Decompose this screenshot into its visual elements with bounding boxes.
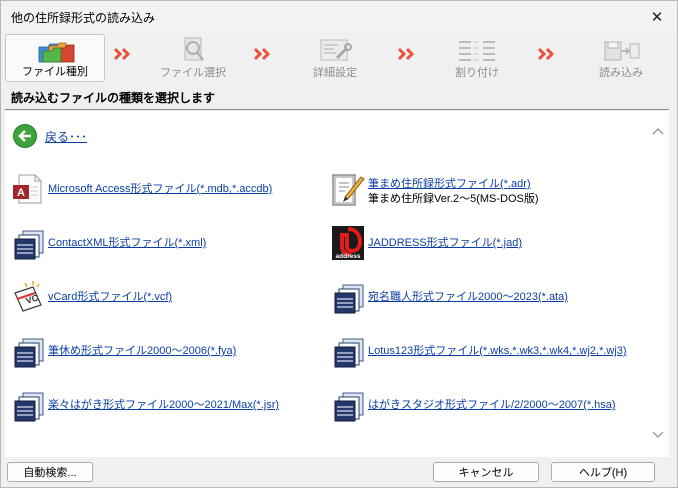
step-import: 読み込み — [571, 34, 671, 82]
import-dialog: 他の住所録形式の読み込み ✕ ファイル種別 ファイル選択 詳細設定 割り付け 読… — [0, 0, 678, 488]
back-arrow-icon — [13, 124, 37, 148]
file-type-label: 楽々はがき形式ファイル2000～2021/Max(*.jsr) — [48, 399, 280, 411]
next-arrow-icon — [537, 47, 555, 61]
file-type-label: JADDRESS形式ファイル(*.jad) — [368, 237, 523, 249]
close-button[interactable]: ✕ — [637, 1, 677, 32]
wizard-steps: ファイル種別 ファイル選択 詳細設定 割り付け 読み込み — [1, 32, 677, 84]
file-type-label: 筆まめ住所録形式ファイル(*.adr) — [368, 178, 531, 190]
next-arrow-icon — [113, 47, 131, 61]
step-label: 詳細設定 — [313, 67, 357, 79]
title-bar: 他の住所録形式の読み込み ✕ — [1, 1, 677, 32]
file-type-jaddress[interactable]: address JADDRESS形式ファイル(*.jad) — [331, 225, 651, 265]
address-book-icon — [334, 338, 364, 368]
file-type-access[interactable]: A Microsoft Access形式ファイル(*.mdb,*.accdb) — [11, 171, 311, 211]
step-label: ファイル選択 — [160, 67, 226, 79]
file-type-hagakistudio[interactable]: はがきスタジオ形式ファイル/2/2000～2007(*.hsa) — [331, 387, 651, 427]
access-file-icon: A — [13, 174, 42, 204]
svg-text:address: address — [336, 253, 361, 260]
file-type-fudemame[interactable]: 筆まめ住所録形式ファイル(*.adr) 筆まめ住所録Ver.2～5(MS-DOS… — [331, 171, 651, 211]
step-file-select: ファイル選択 — [143, 34, 243, 82]
step-label: ファイル種別 — [22, 66, 88, 78]
step-label: 読み込み — [599, 67, 643, 79]
step-detail-settings: 詳細設定 — [285, 34, 385, 82]
file-type-label: ContactXML形式ファイル(*.xml) — [48, 237, 207, 249]
save-import-icon — [604, 41, 640, 61]
file-type-label: vCard形式ファイル(*.vcf) — [48, 291, 173, 303]
next-arrow-icon — [397, 47, 415, 61]
footer: 自動検索... キャンセル ヘルプ(H) — [1, 457, 677, 487]
address-book-icon — [334, 284, 364, 314]
divider — [5, 109, 669, 110]
vcard-icon: VC — [14, 281, 42, 312]
window-title: 他の住所録形式の読み込み — [11, 11, 156, 25]
chevron-up-icon — [652, 128, 664, 135]
instruction-heading: 読み込むファイルの種類を選択します — [11, 91, 216, 105]
settings-icon — [320, 39, 352, 61]
back-link[interactable]: 戻る･･･ — [13, 123, 87, 149]
cancel-button[interactable]: キャンセル — [433, 462, 539, 482]
help-button[interactable]: ヘルプ(H) — [551, 462, 655, 482]
file-type-label: Lotus123形式ファイル(*.wks,*.wk3,*.wk4,*.wj2,*… — [368, 345, 627, 357]
file-type-vcard[interactable]: VC vCard形式ファイル(*.vcf) — [11, 279, 311, 319]
svg-text:A: A — [17, 187, 25, 199]
address-book-icon — [334, 392, 364, 422]
step-file-type[interactable]: ファイル種別 — [5, 34, 105, 82]
file-type-label: 宛名職人形式ファイル2000～2023(*.ata) — [368, 291, 568, 303]
file-type-lotus123[interactable]: Lotus123形式ファイル(*.wks,*.wk3,*.wk4,*.wj2,*… — [331, 333, 651, 373]
file-type-label: Microsoft Access形式ファイル(*.mdb,*.accdb) — [48, 183, 273, 195]
scroll-up-button[interactable] — [651, 125, 665, 139]
next-arrow-icon — [253, 47, 271, 61]
chevron-down-icon — [652, 431, 664, 438]
step-label: 割り付け — [455, 67, 499, 79]
file-type-list: 戻る･･･ A Microsoft Access形式ファイル(*.mdb,*.a… — [5, 111, 669, 457]
scroll-down-button[interactable] — [651, 429, 665, 443]
back-label: 戻る･･･ — [45, 129, 88, 144]
file-type-rakuraku[interactable]: 楽々はがき形式ファイル2000～2021/Max(*.jsr) — [11, 387, 311, 427]
address-book-icon — [14, 338, 44, 368]
address-book-icon — [14, 230, 44, 260]
mapping-icon — [459, 41, 495, 61]
file-type-label: 筆休め形式ファイル2000～2006(*.fya) — [48, 345, 237, 357]
fudemame-icon — [332, 174, 365, 206]
auto-search-button[interactable]: 自動検索... — [7, 462, 93, 482]
file-type-fudeyasume[interactable]: 筆休め形式ファイル2000～2006(*.fya) — [11, 333, 311, 373]
file-type-contactxml[interactable]: ContactXML形式ファイル(*.xml) — [11, 225, 311, 265]
file-type-label: はがきスタジオ形式ファイル/2/2000～2007(*.hsa) — [368, 399, 616, 411]
file-type-atenashokunin[interactable]: 宛名職人形式ファイル2000～2023(*.ata) — [331, 279, 651, 319]
step-mapping: 割り付け — [427, 34, 527, 82]
jaddress-icon: address — [332, 226, 364, 260]
file-search-icon — [184, 37, 204, 61]
address-book-icon — [14, 392, 44, 422]
file-type-description: 筆まめ住所録Ver.2～5(MS-DOS版) — [368, 193, 539, 205]
close-icon: ✕ — [650, 8, 664, 26]
